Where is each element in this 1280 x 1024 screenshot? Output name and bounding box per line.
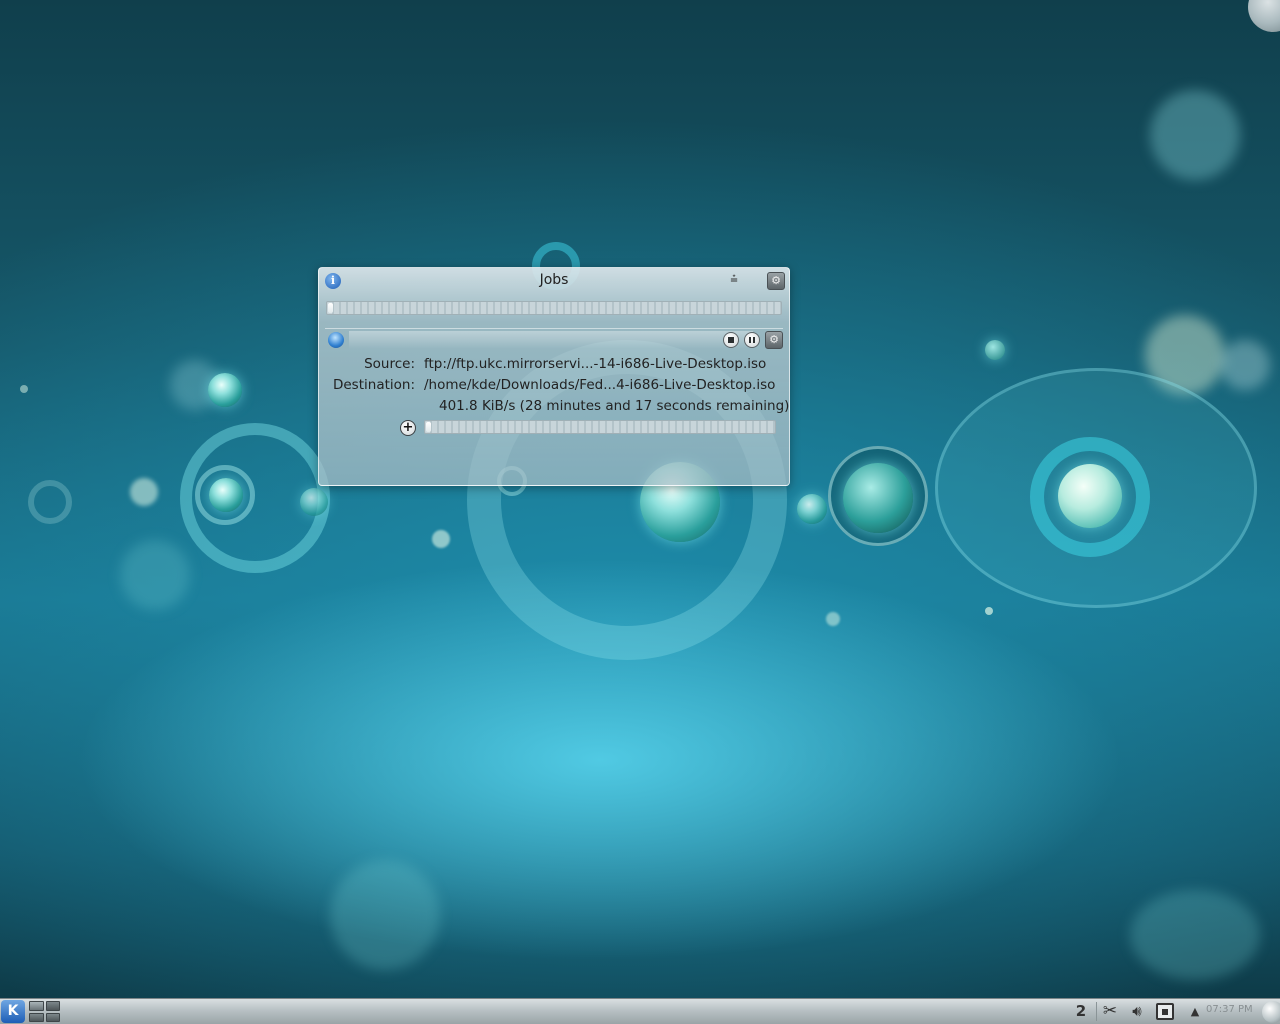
destination-value: /home/kde/Downloads/Fed...4-i686-Live-De… [424, 377, 776, 393]
configure-icon[interactable]: ⚙ [767, 272, 785, 290]
job-progress-bar [424, 420, 776, 434]
destination-label: Destination: [332, 377, 415, 393]
wallpaper-orb [985, 340, 1005, 360]
wallpaper-bokeh [1220, 340, 1270, 390]
tray-separator [1096, 1002, 1097, 1021]
wallpaper-orb [843, 463, 913, 533]
panel-toolbox-cashew[interactable] [1262, 1001, 1280, 1023]
desktop-toolbox-cashew[interactable] [1248, 0, 1280, 32]
wallpaper-bokeh [1130, 890, 1260, 980]
pager-desktop-3[interactable] [29, 1012, 44, 1022]
window-title: Jobs [539, 272, 569, 288]
wallpaper-orb [1058, 464, 1122, 528]
wallpaper-dot [20, 385, 28, 393]
kde-menu-button[interactable]: K [1, 1000, 25, 1023]
transfer-speed-text: 401.8 KiB/s (28 minutes and 17 seconds r… [439, 398, 790, 414]
wallpaper-dot [432, 530, 450, 548]
wallpaper-dot [985, 607, 993, 615]
job-header-bar [349, 331, 753, 349]
wallpaper-ring [28, 480, 72, 524]
pause-button[interactable] [744, 332, 760, 348]
job-configure-icon[interactable]: ⚙ [765, 331, 783, 349]
total-progress-bar [326, 301, 782, 315]
wallpaper-bokeh [120, 540, 190, 610]
clock[interactable]: 07:37 PM [1206, 1004, 1253, 1015]
klipper-icon[interactable]: 2 [1070, 1001, 1092, 1022]
source-value: ftp://ftp.ukc.mirrorservi...-14-i686-Liv… [424, 356, 767, 372]
network-icon[interactable] [1156, 1003, 1174, 1020]
desktop-wallpaper: i Jobs ⩮ ⚙ ⚙ Source: ftp://ftp.ukc.mirro… [0, 0, 1280, 998]
scissors-icon[interactable]: ✂ [1098, 1001, 1122, 1022]
job-progress-fill [426, 422, 431, 432]
wallpaper-orb [209, 478, 243, 512]
pager-desktop-1[interactable] [29, 1001, 44, 1011]
wallpaper-bokeh [330, 860, 440, 970]
app-icon [328, 332, 344, 348]
source-label: Source: [364, 356, 415, 372]
jobs-window: i Jobs ⩮ ⚙ ⚙ Source: ftp://ftp.ukc.mirro… [318, 267, 790, 486]
taskbar: K 2 ✂ 🔊︎ ▲ 07:37 PM [0, 998, 1280, 1024]
wallpaper-bokeh [1150, 90, 1240, 180]
wallpaper-orb [797, 494, 827, 524]
pager-desktop-2[interactable] [45, 1001, 60, 1011]
separator [325, 328, 783, 329]
expand-details-button[interactable]: + [400, 420, 416, 436]
stop-button[interactable] [723, 332, 739, 348]
volume-icon[interactable]: 🔊︎ [1125, 1001, 1149, 1022]
virtual-desktop-pager[interactable] [29, 1001, 60, 1022]
tray-expand-arrow-icon[interactable]: ▲ [1186, 1001, 1204, 1022]
total-progress-fill [328, 303, 333, 313]
wallpaper-dot [130, 478, 158, 506]
wallpaper-orb [208, 373, 242, 407]
collapse-icon[interactable]: ⩮ [725, 272, 743, 290]
pager-desktop-4[interactable] [45, 1012, 60, 1022]
wallpaper-orb [300, 488, 328, 516]
wallpaper-dot [826, 612, 840, 626]
